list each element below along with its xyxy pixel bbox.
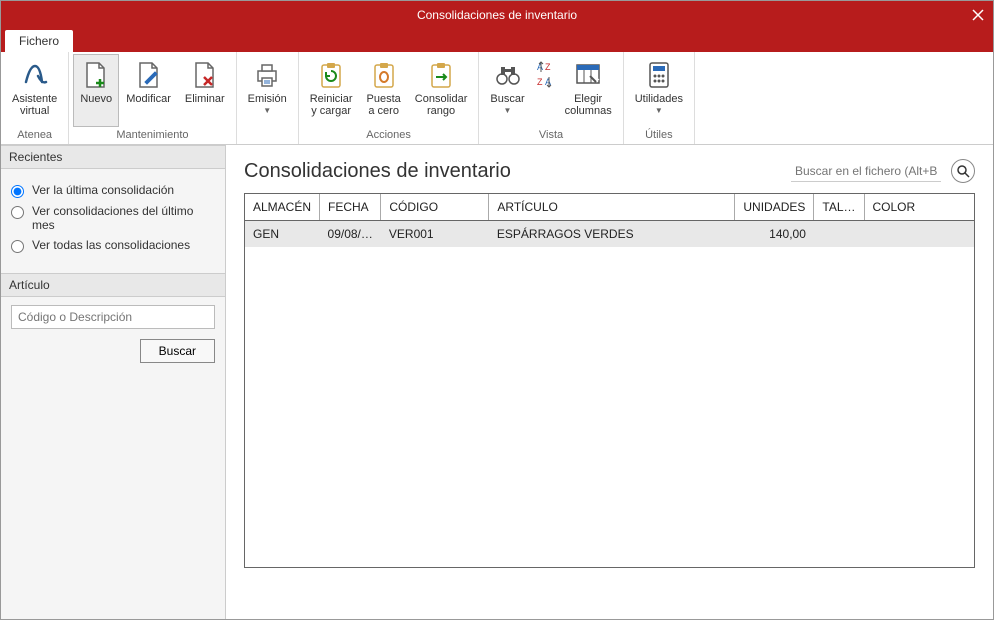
group-label-acciones: Acciones [303, 127, 475, 144]
consolidar-rango-label: Consolidar rango [415, 93, 468, 117]
ribbon-group-vista: Buscar ▼ AZZA Elegir columnas Vista [479, 52, 623, 144]
nuevo-button[interactable]: Nuevo [73, 54, 119, 127]
nuevo-label: Nuevo [80, 93, 112, 105]
close-icon [972, 9, 984, 21]
cell-unidades: 140,00 [735, 221, 814, 248]
cell-almacen: GEN [245, 221, 320, 248]
grid-empty-area [245, 247, 974, 567]
cell-codigo: VER001 [381, 221, 489, 248]
dropdown-icon: ▼ [263, 106, 271, 115]
col-color[interactable]: COLOR [864, 194, 974, 221]
title-bar: Consolidaciones de inventario [1, 1, 993, 28]
consolidar-rango-button[interactable]: Consolidar rango [408, 54, 475, 127]
modificar-label: Modificar [126, 93, 171, 105]
cell-articulo: ESPÁRRAGOS VERDES [489, 221, 735, 248]
ribbon-group-mantenimiento: Nuevo Modificar Eliminar Mantenimiento [69, 52, 236, 144]
reiniciar-label: Reiniciar y cargar [310, 93, 353, 117]
utilidades-button[interactable]: Utilidades ▼ [628, 54, 690, 127]
dropdown-icon: ▼ [504, 106, 512, 115]
close-button[interactable] [963, 1, 993, 28]
group-label-atenea: Atenea [5, 127, 64, 144]
svg-text:Z: Z [537, 77, 543, 87]
col-articulo[interactable]: ARTÍCULO [489, 194, 735, 221]
col-almacen[interactable]: ALMACÉN [245, 194, 320, 221]
asistente-label: Asistente virtual [12, 93, 57, 117]
radio-ultima-input[interactable] [11, 185, 24, 198]
cell-talla [814, 221, 864, 248]
file-search-input[interactable] [791, 161, 941, 182]
radio-ultimo-mes-label: Ver consolidaciones del último mes [32, 204, 215, 232]
tab-fichero[interactable]: Fichero [5, 30, 73, 52]
col-unidades[interactable]: UNIDADES [735, 194, 814, 221]
ribbon-group-acciones: Reiniciar y cargar Puesta a cero Consoli… [299, 52, 480, 144]
body: Recientes Ver la última consolidación Ve… [1, 145, 993, 619]
main-content: Consolidaciones de inventario ALMACÉN FE… [226, 145, 993, 619]
utilidades-label: Utilidades [635, 93, 683, 105]
edit-document-icon [133, 59, 165, 91]
emision-button[interactable]: Emisión ▼ [241, 54, 294, 139]
table-row[interactable]: GEN 09/08/… VER001 ESPÁRRAGOS VERDES 140… [245, 221, 974, 248]
cell-color [864, 221, 974, 248]
delete-document-icon [189, 59, 221, 91]
group-label-vista: Vista [483, 127, 618, 144]
binoculars-icon [492, 59, 524, 91]
group-label-utiles: Útiles [628, 127, 690, 144]
svg-text:Z: Z [545, 62, 551, 72]
radio-ultimo-mes[interactable]: Ver consolidaciones del último mes [11, 204, 215, 232]
radio-ultima[interactable]: Ver la última consolidación [11, 183, 215, 198]
elegir-columnas-label: Elegir columnas [565, 93, 612, 117]
eliminar-button[interactable]: Eliminar [178, 54, 232, 127]
buscar-label: Buscar [490, 93, 524, 105]
articulo-search-input[interactable] [11, 305, 215, 329]
ribbon-group-emision: Emisión ▼ [237, 52, 299, 144]
elegir-columnas-button[interactable]: Elegir columnas [558, 54, 619, 127]
reiniciar-button[interactable]: Reiniciar y cargar [303, 54, 360, 127]
data-grid: ALMACÉN FECHA CÓDIGO ARTÍCULO UNIDADES T… [244, 193, 975, 568]
new-document-icon [80, 59, 112, 91]
window-title: Consolidaciones de inventario [417, 8, 577, 22]
asistente-virtual-button[interactable]: Asistente virtual [5, 54, 64, 127]
col-fecha[interactable]: FECHA [320, 194, 381, 221]
search-icon [956, 164, 970, 178]
col-talla[interactable]: TAL… [814, 194, 864, 221]
page-title: Consolidaciones de inventario [244, 160, 511, 183]
ribbon: Asistente virtual Atenea Nuevo Modificar [1, 52, 993, 145]
file-search-button[interactable] [951, 159, 975, 183]
radio-todas-input[interactable] [11, 240, 24, 253]
calculator-icon [643, 59, 675, 91]
ribbon-group-utiles: Utilidades ▼ Útiles [624, 52, 695, 144]
reload-clipboard-icon [315, 59, 347, 91]
cell-fecha: 09/08/… [320, 221, 381, 248]
puesta-cero-label: Puesta a cero [367, 93, 401, 117]
columns-icon [572, 59, 604, 91]
table-header-row: ALMACÉN FECHA CÓDIGO ARTÍCULO UNIDADES T… [245, 194, 974, 221]
puesta-cero-button[interactable]: Puesta a cero [360, 54, 408, 127]
group-label-mantenimiento: Mantenimiento [73, 127, 231, 144]
radio-ultimo-mes-input[interactable] [11, 206, 24, 219]
radio-todas-label: Ver todas las consolidaciones [32, 238, 190, 252]
tab-row: Fichero [1, 28, 993, 52]
recientes-header: Recientes [1, 145, 225, 169]
dropdown-icon: ▼ [655, 106, 663, 115]
emision-label: Emisión [248, 93, 287, 105]
sort-az-icon: AZZA [535, 59, 555, 91]
print-icon [251, 59, 283, 91]
col-codigo[interactable]: CÓDIGO [381, 194, 489, 221]
articulo-header: Artículo [1, 273, 225, 297]
alpha-icon [19, 59, 51, 91]
ribbon-group-atenea: Asistente virtual Atenea [1, 52, 69, 144]
articulo-buscar-button[interactable]: Buscar [140, 339, 215, 363]
group-label-emision [241, 139, 294, 144]
radio-ultima-label: Ver la última consolidación [32, 183, 174, 197]
modificar-button[interactable]: Modificar [119, 54, 178, 127]
range-clipboard-icon [425, 59, 457, 91]
eliminar-label: Eliminar [185, 93, 225, 105]
sort-az-button[interactable]: AZZA [532, 54, 558, 127]
buscar-button[interactable]: Buscar ▼ [483, 54, 531, 127]
sidebar: Recientes Ver la última consolidación Ve… [1, 145, 226, 619]
zero-clipboard-icon [368, 59, 400, 91]
radio-todas[interactable]: Ver todas las consolidaciones [11, 238, 215, 253]
